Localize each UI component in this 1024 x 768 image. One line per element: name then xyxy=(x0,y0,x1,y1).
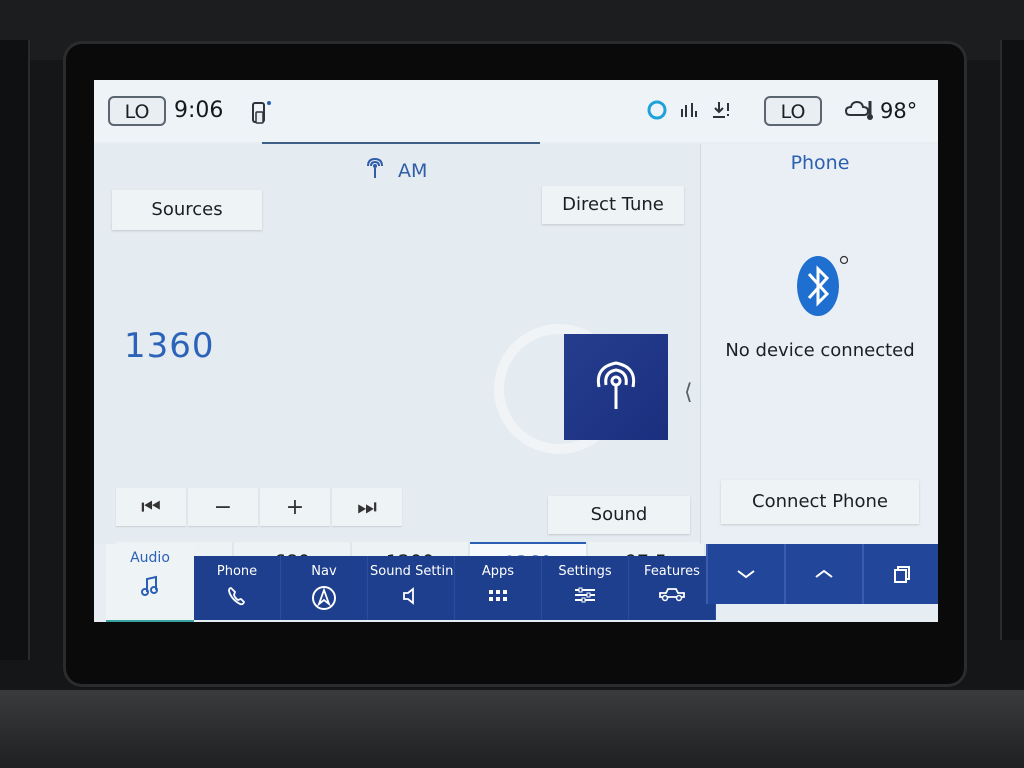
transport-controls: ⏮ − + ⏭ xyxy=(116,488,402,526)
expand-panel-chevron-icon[interactable]: ⟨ xyxy=(684,380,693,405)
nav-tab-audio-label: Audio xyxy=(130,550,170,566)
sliders-icon xyxy=(542,585,628,609)
climate-left-button[interactable]: LO xyxy=(108,96,166,126)
signal-icon xyxy=(678,99,700,125)
phone-status-icon xyxy=(250,100,272,126)
bottom-nav-bar: Audio Phone Nav Sound Settin... Apps Set… xyxy=(94,544,938,622)
tune-down-button[interactable]: − xyxy=(188,488,258,526)
status-bar: LO 9:06 LO 98° xyxy=(94,80,938,142)
nav-item-label: Phone xyxy=(216,564,258,579)
seek-back-button[interactable]: ⏮ xyxy=(116,488,186,526)
nav-item-features[interactable]: Features xyxy=(629,556,716,620)
nav-item-nav[interactable]: Nav xyxy=(281,556,368,620)
chevron-down-icon[interactable] xyxy=(706,544,784,604)
current-frequency: 1360 xyxy=(124,326,215,366)
music-note-icon xyxy=(140,575,160,602)
cloudy-weather-icon xyxy=(844,97,874,125)
clock: 9:06 xyxy=(174,98,224,123)
chevron-up-icon[interactable] xyxy=(784,544,862,604)
temperature-value: 98° xyxy=(880,99,918,123)
audio-source-label: AM xyxy=(398,159,428,182)
station-art-tile xyxy=(564,334,668,440)
nav-tab-audio[interactable]: Audio xyxy=(106,544,194,622)
seek-forward-button[interactable]: ⏭ xyxy=(332,488,402,526)
nav-item-phone[interactable]: Phone xyxy=(194,556,281,620)
nav-item-apps[interactable]: Apps xyxy=(455,556,542,620)
climate-right-button[interactable]: LO xyxy=(764,96,822,126)
nav-item-label: Nav xyxy=(311,564,337,579)
air-vent-right xyxy=(1000,40,1024,640)
audio-source-header: AM xyxy=(364,156,427,185)
nav-item-label: Sound Settin... xyxy=(370,564,454,579)
phone-panel: Phone No device connected Connect Phone xyxy=(700,144,938,544)
sources-button[interactable]: Sources xyxy=(112,190,262,230)
navigation-icon xyxy=(281,585,367,615)
nav-item-label: Features xyxy=(644,564,700,579)
infotainment-screen: LO 9:06 LO 98° AM Sources Direct Tune 13… xyxy=(94,80,938,622)
device-status-text: No device connected xyxy=(725,340,915,361)
bluetooth-icon xyxy=(796,254,849,322)
air-vent-left xyxy=(0,40,30,660)
nav-item-sound-settings[interactable]: Sound Settin... xyxy=(368,556,455,620)
phone-icon xyxy=(194,585,280,611)
direct-tune-button[interactable]: Direct Tune xyxy=(542,186,684,224)
voice-assistant-icon[interactable] xyxy=(646,99,668,125)
nav-item-label: Settings xyxy=(558,564,612,579)
windows-icon[interactable] xyxy=(862,544,938,604)
speaker-icon xyxy=(368,585,454,611)
broadcast-antenna-icon xyxy=(591,357,641,417)
nav-item-settings[interactable]: Settings xyxy=(542,556,629,620)
dashboard-trim xyxy=(0,690,1024,768)
nav-item-label: Apps xyxy=(481,564,515,579)
sound-button[interactable]: Sound xyxy=(548,496,690,534)
download-alert-icon xyxy=(710,99,732,125)
truck-icon xyxy=(629,585,715,607)
status-icons xyxy=(646,100,732,124)
panel-controls xyxy=(706,544,938,604)
apps-grid-icon xyxy=(455,585,541,611)
audio-panel: AM Sources Direct Tune 1360 ⟨ Sound ⏮ − … xyxy=(94,144,704,593)
antenna-icon xyxy=(364,156,386,185)
phone-panel-title: Phone xyxy=(790,152,850,174)
tune-up-button[interactable]: + xyxy=(260,488,330,526)
outside-temperature: 98° xyxy=(844,97,917,125)
nav-items: Phone Nav Sound Settin... Apps Settings … xyxy=(194,556,716,620)
connect-phone-button[interactable]: Connect Phone xyxy=(721,480,919,524)
